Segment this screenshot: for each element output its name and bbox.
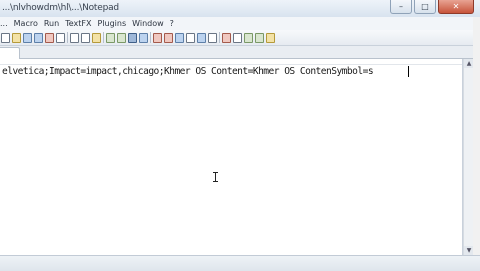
- macro-record-icon[interactable]: [222, 32, 231, 43]
- toolbar-separator: [219, 32, 220, 43]
- maximize-button[interactable]: □: [414, 0, 436, 14]
- show-all-icon[interactable]: [208, 32, 217, 43]
- window-controls: – □ ✕: [388, 0, 474, 14]
- status-bar: [0, 255, 480, 271]
- zoom-in-icon[interactable]: [153, 32, 162, 43]
- menu-item-macro[interactable]: Macro: [14, 19, 38, 28]
- text-editor[interactable]: elvetica;Impact=impact,chicago;Khmer OS …: [0, 59, 463, 255]
- macro-save-icon[interactable]: [266, 32, 275, 43]
- find-icon[interactable]: [128, 32, 137, 43]
- paste-icon[interactable]: [92, 32, 101, 43]
- toolbar-separator: [67, 32, 68, 43]
- close-icon[interactable]: [45, 32, 54, 43]
- desktop-backdrop: [473, 17, 480, 270]
- menu-item-plugins[interactable]: Plugins: [97, 19, 126, 28]
- macro-play-icon[interactable]: [244, 32, 253, 43]
- menu-bar: ... Macro Run TextFX Plugins Window ?: [0, 17, 480, 31]
- redo-icon[interactable]: [117, 32, 126, 43]
- toolbar: [0, 30, 480, 46]
- maximize-icon: □: [421, 2, 429, 11]
- indent-icon[interactable]: [197, 32, 206, 43]
- cut-icon[interactable]: [70, 32, 79, 43]
- open-icon[interactable]: [12, 32, 21, 43]
- title-bar[interactable]: ...\nlvhowdm\hl\...\Notepad – □ ✕: [0, 0, 480, 18]
- toolbar-separator: [103, 32, 104, 43]
- save-all-icon[interactable]: [34, 32, 43, 43]
- macro-run-icon[interactable]: [255, 32, 264, 43]
- zoom-out-icon[interactable]: [164, 32, 173, 43]
- editor-line: elvetica;Impact=impact,chicago;Khmer OS …: [2, 66, 374, 77]
- toolbar-separator: [150, 32, 151, 43]
- text-caret: [408, 66, 409, 77]
- copy-icon[interactable]: [81, 32, 90, 43]
- ibeam-cursor-icon: [213, 172, 219, 182]
- menu-item-window[interactable]: Window: [132, 19, 164, 28]
- macro-stop-icon[interactable]: [233, 32, 242, 43]
- new-icon[interactable]: [1, 32, 10, 43]
- document-tab[interactable]: [0, 47, 20, 59]
- wrap-icon[interactable]: [186, 32, 195, 43]
- menu-item-help[interactable]: ?: [170, 19, 174, 28]
- sync-icon[interactable]: [175, 32, 184, 43]
- notepad-window: ...\nlvhowdm\hl\...\Notepad – □ ✕ ... Ma…: [0, 0, 480, 271]
- undo-icon[interactable]: [106, 32, 115, 43]
- menu-item-textfx[interactable]: TextFX: [65, 19, 91, 28]
- menu-item-run[interactable]: Run: [44, 19, 59, 28]
- tab-strip: [0, 46, 480, 59]
- minimize-button[interactable]: –: [390, 0, 412, 14]
- replace-icon[interactable]: [139, 32, 148, 43]
- menu-item-truncated[interactable]: ...: [0, 19, 8, 28]
- editor-ruler: [0, 59, 462, 65]
- save-icon[interactable]: [23, 32, 32, 43]
- minimize-icon: –: [399, 2, 403, 11]
- close-icon: ✕: [452, 2, 460, 11]
- close-button[interactable]: ✕: [438, 0, 474, 14]
- print-icon[interactable]: [56, 32, 65, 43]
- window-title: ...\nlvhowdm\hl\...\Notepad: [2, 3, 119, 13]
